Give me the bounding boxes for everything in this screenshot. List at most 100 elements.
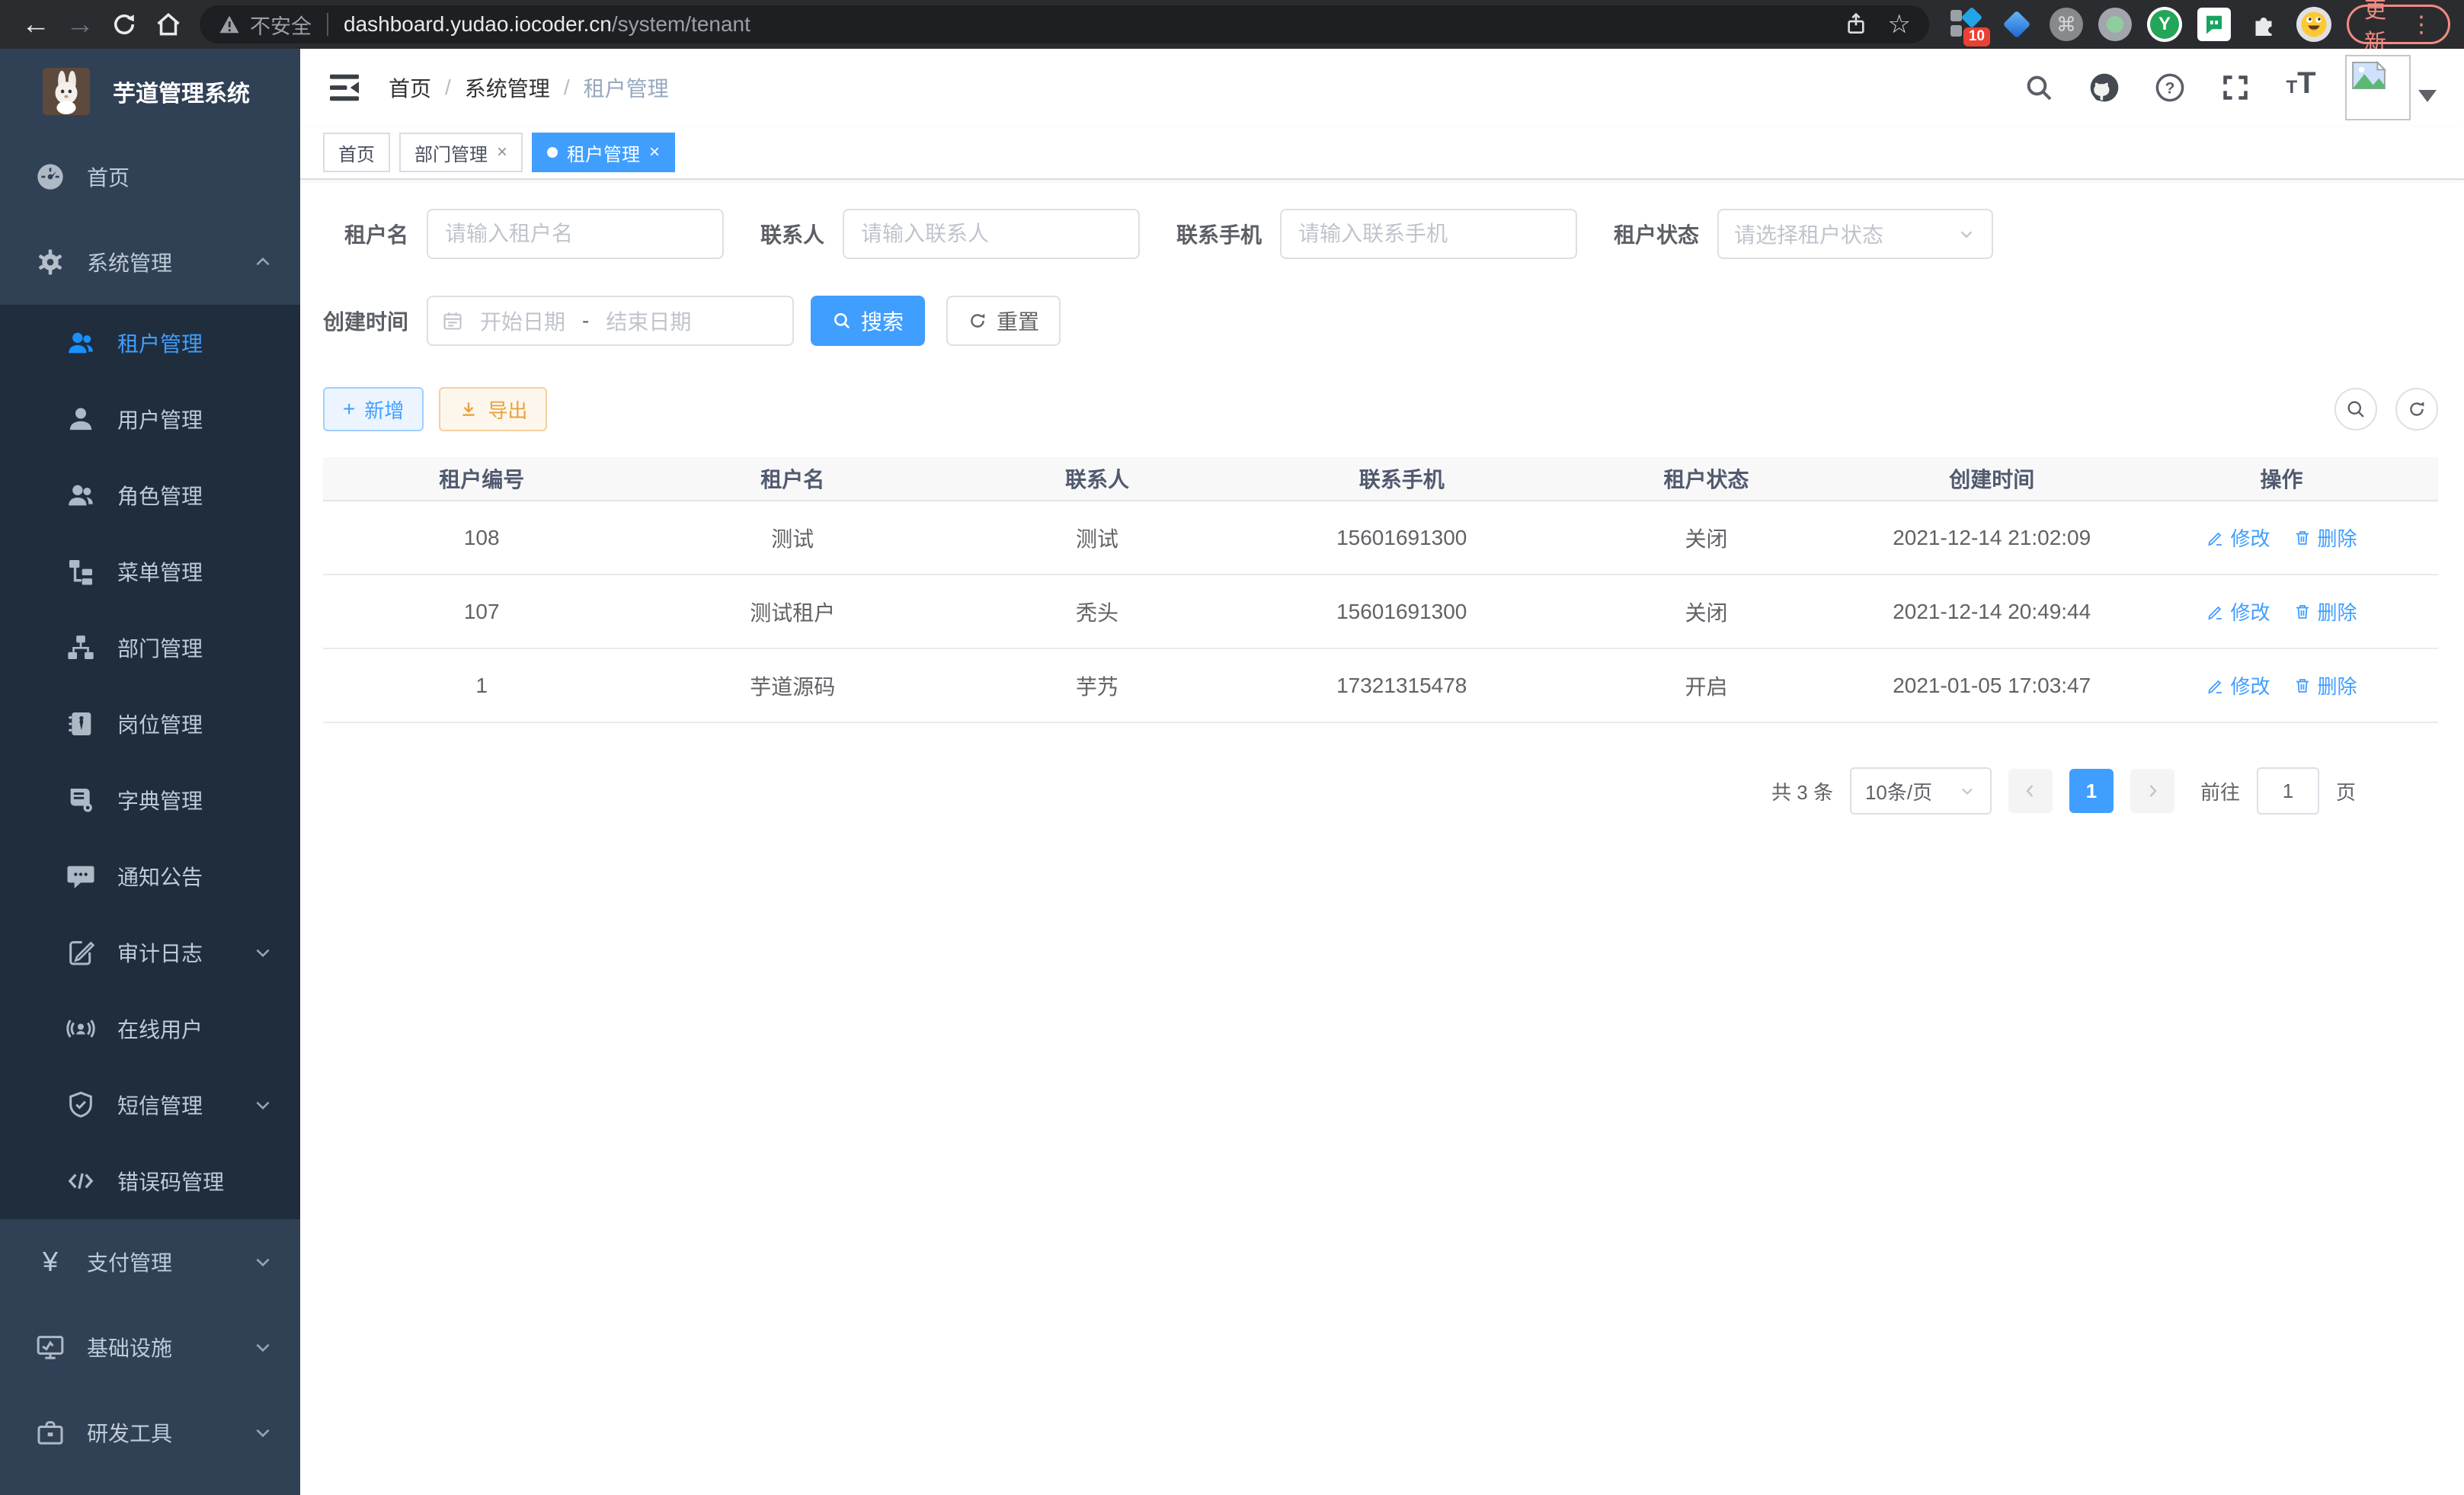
app-logo-row[interactable]: 芋道管理系统 xyxy=(0,49,300,134)
page-size-select[interactable]: 10条/页 xyxy=(1850,767,1992,815)
sidebar-item-home[interactable]: 首页 xyxy=(0,134,300,219)
page-number-active[interactable]: 1 xyxy=(2069,769,2114,813)
show-search-toggle-button[interactable] xyxy=(2334,388,2377,431)
sidebar-item-tenant[interactable]: 租户管理 xyxy=(0,305,300,381)
reset-button[interactable]: 重置 xyxy=(946,296,1061,346)
extension-y-icon[interactable]: Y xyxy=(2147,7,2182,42)
bookmark-star-icon[interactable]: ☆ xyxy=(1888,9,1911,40)
prev-page-button[interactable] xyxy=(2008,769,2053,813)
extension-dot-icon[interactable] xyxy=(2098,8,2132,41)
tenant-name-label: 租户名 xyxy=(323,219,408,249)
font-size-icon[interactable]: TT xyxy=(2280,66,2322,109)
refresh-icon xyxy=(968,311,987,331)
add-button[interactable]: + 新增 xyxy=(323,387,424,431)
edit-link[interactable]: 修改 xyxy=(2206,523,2270,552)
divider xyxy=(327,13,328,36)
table-row: 107 测试租户 秃头 15601691300 关闭 2021-12-14 20… xyxy=(323,575,2438,649)
date-start-placeholder: 开始日期 xyxy=(480,306,565,336)
app-title: 芋道管理系统 xyxy=(113,75,250,108)
app-logo-rabbit xyxy=(43,68,90,115)
sidebar-item-error-code[interactable]: 错误码管理 xyxy=(0,1143,300,1219)
dict-icon xyxy=(66,785,96,815)
goto-page-input[interactable] xyxy=(2257,767,2319,815)
breadcrumb-home[interactable]: 首页 xyxy=(389,72,431,103)
status-text: 开启 xyxy=(1554,671,1859,701)
browser-reload-icon[interactable] xyxy=(102,5,146,44)
org-icon xyxy=(66,632,96,663)
fullscreen-icon[interactable] xyxy=(2214,66,2257,109)
security-label: 不安全 xyxy=(250,10,312,40)
sidebar-item-menu[interactable]: 菜单管理 xyxy=(0,533,300,610)
contact-input[interactable] xyxy=(843,209,1140,259)
sidebar-item-label: 研发工具 xyxy=(87,1417,172,1448)
sidebar-item-notice[interactable]: 通知公告 xyxy=(0,838,300,914)
avatar-dropdown-caret[interactable] xyxy=(2418,90,2437,102)
close-icon[interactable]: × xyxy=(497,142,507,163)
browser-home-icon[interactable] xyxy=(146,5,190,44)
share-icon[interactable] xyxy=(1844,12,1868,37)
sidebar-item-system[interactable]: 系统管理 xyxy=(0,219,300,305)
github-icon[interactable] xyxy=(2083,66,2126,109)
sidebar-item-audit-log[interactable]: 审计日志 xyxy=(0,914,300,991)
chrome-update-button[interactable]: 更新 ⋮ xyxy=(2347,5,2450,44)
close-icon[interactable]: × xyxy=(649,142,660,163)
kebab-menu-icon[interactable]: ⋮ xyxy=(2410,11,2433,38)
delete-link[interactable]: 删除 xyxy=(2293,671,2357,699)
delete-link[interactable]: 删除 xyxy=(2293,597,2357,626)
edit-link[interactable]: 修改 xyxy=(2206,671,2270,699)
status-select[interactable]: 请选择租户状态 xyxy=(1717,209,1993,259)
extension-gem-icon[interactable] xyxy=(1999,7,2034,42)
extension-badge: 10 xyxy=(1963,27,1990,46)
chevron-down-icon xyxy=(1958,782,1976,800)
sidebar-item-dept[interactable]: 部门管理 xyxy=(0,610,300,686)
sidebar-item-label: 部门管理 xyxy=(117,632,203,663)
tab-tenant[interactable]: 租户管理 × xyxy=(532,133,675,172)
profile-emoji-icon[interactable] xyxy=(2296,7,2331,42)
top-navbar: 首页 / 系统管理 / 租户管理 xyxy=(300,49,2464,126)
sidebar-item-online-users[interactable]: 在线用户 xyxy=(0,991,300,1067)
filter-row-1: 租户名 联系人 联系手机 租户状态 请选择租户状态 xyxy=(323,209,2438,259)
header-search-icon[interactable] xyxy=(2018,66,2060,109)
date-end-placeholder: 结束日期 xyxy=(606,306,691,336)
help-icon[interactable]: ? xyxy=(2149,66,2191,109)
search-icon xyxy=(832,311,852,331)
sidebar-item-infrastructure[interactable]: 基础设施 xyxy=(0,1305,300,1390)
sidebar-item-post[interactable]: 岗位管理 xyxy=(0,686,300,762)
extension-puzzle-icon[interactable] xyxy=(2246,7,2281,42)
edit-link[interactable]: 修改 xyxy=(2206,597,2270,626)
breadcrumb-current: 租户管理 xyxy=(584,72,669,103)
sidebar-item-user[interactable]: 用户管理 xyxy=(0,381,300,457)
mobile-input[interactable] xyxy=(1280,209,1577,259)
sidebar-collapse-icon[interactable] xyxy=(323,66,366,109)
sidebar-item-payment[interactable]: ¥ 支付管理 xyxy=(0,1219,300,1305)
sidebar-item-label: 短信管理 xyxy=(117,1090,203,1120)
browser-back-icon[interactable]: ← xyxy=(14,5,58,44)
next-page-button[interactable] xyxy=(2130,769,2174,813)
mobile-label: 联系手机 xyxy=(1176,219,1262,249)
browser-forward-icon[interactable]: → xyxy=(58,5,102,44)
tenant-name-input[interactable] xyxy=(427,209,724,259)
sidebar-item-label: 支付管理 xyxy=(87,1247,172,1277)
security-chip[interactable]: 不安全 xyxy=(218,10,312,40)
delete-link[interactable]: 删除 xyxy=(2293,523,2357,552)
extensions-row: 10 ⌘ Y xyxy=(1949,7,2331,42)
chevron-down-icon xyxy=(253,1423,273,1442)
date-range-picker[interactable]: 开始日期 - 结束日期 xyxy=(427,296,794,346)
avatar[interactable] xyxy=(2345,55,2411,120)
breadcrumb-system[interactable]: 系统管理 xyxy=(465,72,550,103)
search-button[interactable]: 搜索 xyxy=(811,296,925,346)
tab-home[interactable]: 首页 xyxy=(323,133,390,172)
extension-tabs-icon[interactable]: 10 xyxy=(1949,7,1984,42)
sidebar-item-role[interactable]: 角色管理 xyxy=(0,457,300,533)
sidebar-item-sms[interactable]: 短信管理 xyxy=(0,1067,300,1143)
extension-chat-icon[interactable] xyxy=(2197,8,2231,41)
tab-dept[interactable]: 部门管理 × xyxy=(399,133,523,172)
address-bar[interactable]: 不安全 dashboard.yudao.iocoder.cn/system/te… xyxy=(200,5,1929,43)
warning-icon xyxy=(218,13,241,36)
export-button[interactable]: 导出 xyxy=(439,387,547,431)
extension-command-icon[interactable]: ⌘ xyxy=(2050,8,2083,41)
sidebar-item-dict[interactable]: 字典管理 xyxy=(0,762,300,838)
sidebar-item-dev-tools[interactable]: 研发工具 xyxy=(0,1390,300,1475)
refresh-table-button[interactable] xyxy=(2395,388,2438,431)
table-toolbar: + 新增 导出 xyxy=(323,387,2438,431)
